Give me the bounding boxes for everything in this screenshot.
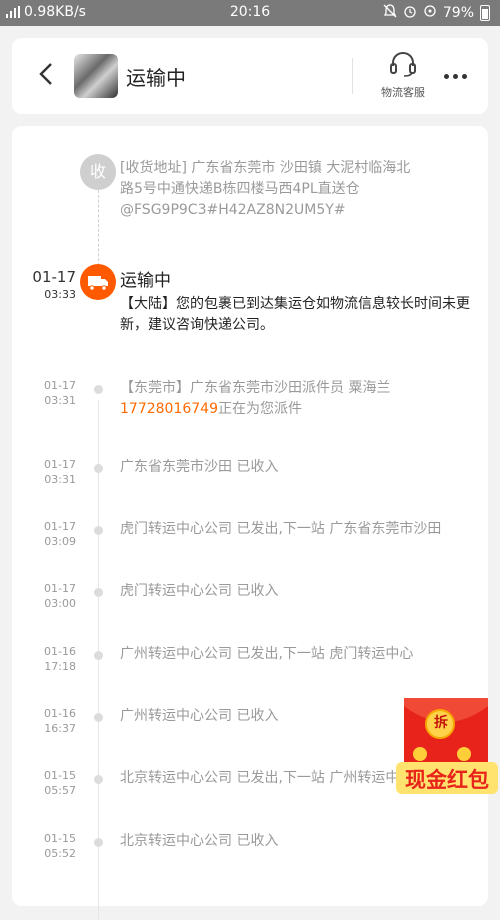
timeline-dot: [94, 526, 103, 535]
more-dot-icon: [443, 73, 449, 79]
event-datetime: 01-17 03:09: [44, 520, 76, 548]
status-right: 79%: [383, 4, 490, 22]
event-datetime: 01-17 03:31: [44, 379, 76, 407]
timeline-event: 01-17 03:31 广东省东莞市沙田 已收入: [12, 457, 488, 497]
package-thumbnail: [74, 54, 118, 98]
timeline-event: 01-15 05:52 北京转运中心公司 已收入: [12, 831, 488, 871]
truck-icon: [80, 264, 116, 300]
mute-icon: [383, 4, 397, 22]
timeline-dot: [94, 775, 103, 784]
sync-icon: [423, 4, 437, 22]
header-card: 运输中 物流客服: [12, 38, 488, 114]
more-dot-icon: [452, 73, 458, 79]
battery-percent: 79%: [442, 5, 474, 21]
event-datetime: 01-17 03:00: [44, 582, 76, 610]
event-description: 广州转运中心公司 已发出,下一站 虎门转运中心: [120, 646, 414, 662]
service-label: 物流客服: [381, 86, 425, 99]
chevron-left-icon: [39, 63, 52, 85]
more-options-button[interactable]: [440, 66, 470, 86]
cash-red-packet-button[interactable]: 拆 现金红包: [394, 694, 500, 798]
current-date: 01-17: [32, 268, 76, 286]
timeline-event: 01-16 17:18 广州转运中心公司 已发出,下一站 虎门转运中心: [12, 644, 488, 684]
courier-phone-link[interactable]: 17728016749: [120, 401, 218, 417]
timeline-event: 01-17 03:09 虎门转运中心公司 已发出,下一站 广东省东莞市沙田: [12, 519, 488, 559]
event-datetime: 01-15 05:57: [44, 769, 76, 797]
current-description: 【大陆】您的包裹已到达集运仓如物流信息较长时间未更新，建议咨询快递公司。: [120, 296, 470, 333]
headset-icon: [390, 51, 416, 77]
page-title: 运输中: [126, 66, 186, 90]
header-divider: [352, 58, 353, 94]
timeline-event: 01-17 03:00 虎门转运中心公司 已收入: [12, 581, 488, 621]
timeline-dashed-line: [98, 190, 99, 266]
red-packet-open-label: 拆: [434, 715, 448, 731]
timeline-dot: [94, 385, 103, 394]
red-packet-label: 现金红包: [405, 768, 489, 792]
event-datetime: 01-16 17:18: [44, 645, 76, 673]
timeline-dot: [94, 464, 103, 473]
event-datetime: 01-16 16:37: [44, 707, 76, 735]
event-description: 虎门转运中心公司 已发出,下一站 广东省东莞市沙田: [120, 521, 442, 537]
timeline-dot: [94, 651, 103, 660]
timeline-event: 01-17 03:31 【东莞市】广东省东莞市沙田派件员 粟海兰 177280167…: [12, 378, 488, 418]
event-description: 【东莞市】广东省东莞市沙田派件员 粟海兰 17728016749正在为您派件: [120, 380, 391, 417]
receiver-icon: 收: [80, 154, 116, 190]
timeline-dot: [94, 588, 103, 597]
timeline-dot: [94, 713, 103, 722]
current-status: 运输中: [120, 271, 171, 291]
battery-icon: [480, 5, 490, 21]
current-date-block: 01-17 03:33: [12, 268, 76, 301]
event-description: 广东省东莞市沙田 已收入: [120, 459, 279, 475]
event-datetime: 01-17 03:31: [44, 458, 76, 486]
back-button[interactable]: [38, 62, 54, 86]
status-bar: 0.98KB/s 20:16 79%: [0, 0, 500, 26]
event-description: 北京转运中心公司 已收入: [120, 833, 279, 849]
more-dot-icon: [461, 73, 467, 79]
timeline-dot: [94, 838, 103, 847]
receiver-address: [收货地址] 广东省东莞市 沙田镇 大泥村临海北路5号中通快递B栋四楼马西4PL…: [120, 160, 411, 218]
event-datetime: 01-15 05:52: [44, 832, 76, 860]
current-time: 03:33: [44, 288, 76, 301]
logistics-service-button[interactable]: 物流客服: [368, 50, 438, 100]
alarm-icon: [403, 4, 417, 22]
event-description: 虎门转运中心公司 已收入: [120, 583, 279, 599]
